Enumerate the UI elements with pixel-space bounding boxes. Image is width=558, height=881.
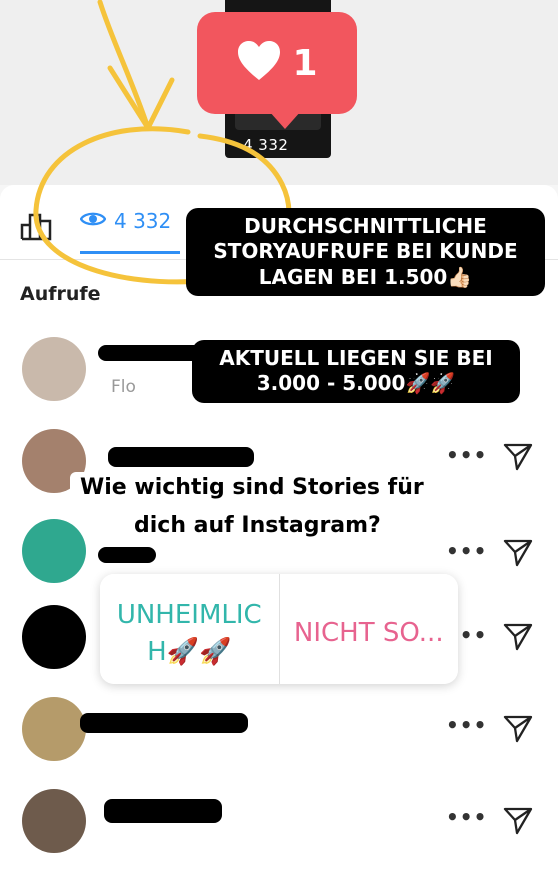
tab-indicator xyxy=(80,251,180,254)
send-icon[interactable] xyxy=(503,537,533,571)
eye-icon xyxy=(79,209,107,233)
avatar xyxy=(22,697,86,761)
more-options-icon[interactable]: ••• xyxy=(446,805,487,829)
redacted-name xyxy=(108,447,254,467)
poll-option-b[interactable]: NICHT SO... xyxy=(279,574,458,684)
avatar xyxy=(22,605,86,669)
question-line-2: dich auf Instagram? xyxy=(124,510,391,541)
insights-icon[interactable] xyxy=(20,211,54,245)
question-line-1: Wie wichtig sind Stories für xyxy=(70,472,434,503)
send-icon[interactable] xyxy=(503,441,533,475)
send-icon[interactable] xyxy=(503,621,533,655)
viewer-row[interactable]: ••• xyxy=(0,789,558,873)
section-title: Aufrufe xyxy=(20,283,101,305)
send-icon[interactable] xyxy=(503,805,533,839)
like-count: 1 xyxy=(292,42,318,84)
redacted-name xyxy=(98,547,156,563)
thumb-view-count: 4 332 xyxy=(243,136,289,154)
redacted-name xyxy=(80,713,248,733)
viewer-row[interactable]: ••• xyxy=(0,697,558,781)
question-sticker: Wie wichtig sind Stories für dich auf In… xyxy=(70,472,486,546)
avatar xyxy=(22,337,86,401)
poll-sticker: UNHEIMLIC H🚀🚀 NICHT SO... xyxy=(100,574,458,684)
story-text-current: AKTUELL LIEGEN SIE BEI 3.000 - 5.000🚀🚀 xyxy=(192,340,520,403)
viewer-subname: Flo xyxy=(111,377,136,397)
more-options-icon[interactable]: ••• xyxy=(446,443,487,467)
send-icon[interactable] xyxy=(503,713,533,747)
tab-views[interactable]: 4 332 xyxy=(79,207,172,235)
views-count: 4 332 xyxy=(114,209,172,233)
like-notification: 1 xyxy=(197,12,357,129)
heart-icon xyxy=(236,40,282,86)
story-text-averages: DURCHSCHNITTLICHE STORYAUFRUFE BEI KUNDE… xyxy=(186,208,545,297)
more-options-icon[interactable]: ••• xyxy=(446,713,487,737)
avatar xyxy=(22,789,86,853)
story-preview-area: 4 332 1 xyxy=(0,0,558,185)
poll-option-a[interactable]: UNHEIMLIC H🚀🚀 xyxy=(100,574,279,684)
redacted-name xyxy=(104,799,222,823)
